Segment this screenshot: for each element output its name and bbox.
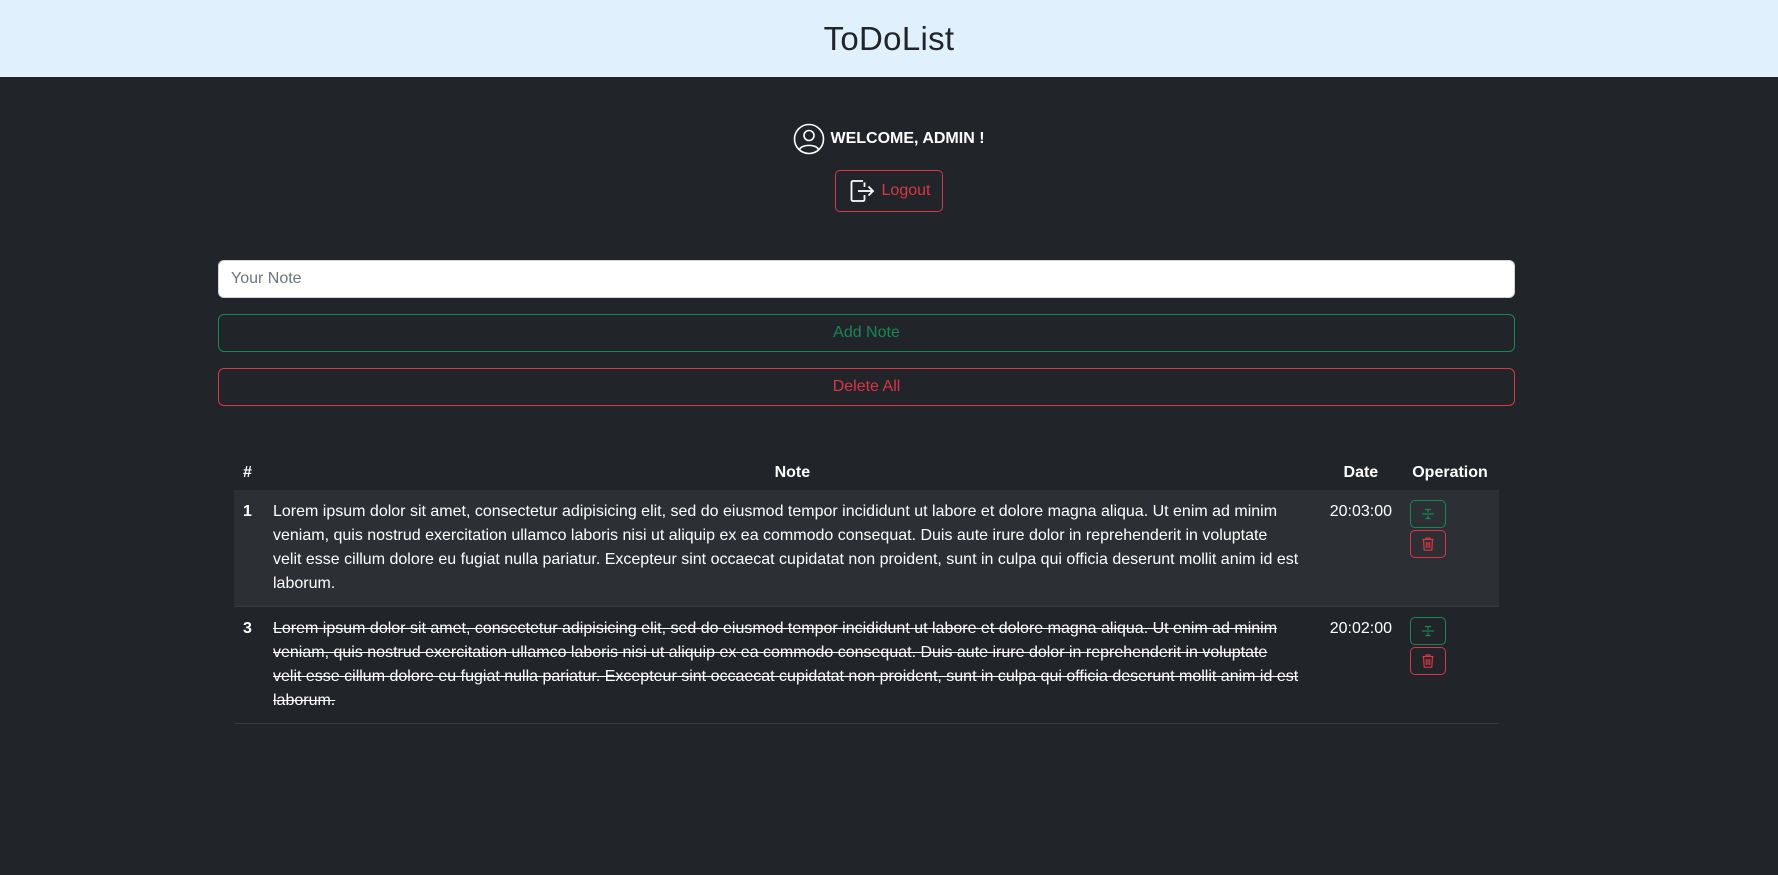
table-row: 3 Lorem ipsum dolor sit amet, consectetu…	[234, 606, 1499, 724]
add-note-label: Add Note	[833, 324, 900, 341]
strikethrough-icon	[1422, 625, 1434, 637]
notes-table: # Note Date Operation 1 Lorem ipsum dolo…	[234, 456, 1499, 724]
row-number: 3	[234, 606, 264, 724]
trash-icon	[1422, 654, 1434, 668]
header-date: Date	[1343, 464, 1379, 481]
note-input[interactable]	[218, 260, 1515, 298]
row-operations	[1401, 490, 1499, 607]
table-row: 1 Lorem ipsum dolor sit amet, consectetu…	[234, 490, 1499, 607]
row-note: Lorem ipsum dolor sit amet, consectetur …	[264, 606, 1321, 724]
logout-button[interactable]: Logout	[835, 170, 943, 212]
table-header-row: # Note Date Operation	[234, 456, 1499, 490]
row-date: 20:02:00	[1320, 606, 1401, 724]
welcome-section: WELCOME, ADMIN !	[0, 123, 1778, 155]
strikethrough-button[interactable]	[1410, 617, 1446, 645]
note-form: Add Note Delete All	[218, 260, 1515, 406]
person-circle-icon	[793, 123, 825, 155]
app-title: ToDoList	[823, 19, 955, 57]
logout-label: Logout	[881, 182, 931, 199]
row-note: Lorem ipsum dolor sit amet, consectetur …	[264, 490, 1321, 607]
add-note-button[interactable]: Add Note	[218, 314, 1515, 352]
delete-all-button[interactable]: Delete All	[218, 368, 1515, 406]
notes-table-container: # Note Date Operation 1 Lorem ipsum dolo…	[234, 456, 1499, 724]
welcome-text: WELCOME, ADMIN !	[830, 130, 985, 147]
app-header: ToDoList	[0, 0, 1778, 77]
header-number: #	[243, 464, 252, 481]
row-number: 1	[234, 490, 264, 607]
delete-all-label: Delete All	[832, 378, 901, 395]
strikethrough-icon	[1422, 508, 1434, 520]
header-operation: Operation	[1412, 464, 1488, 481]
row-operations	[1401, 606, 1499, 724]
delete-button[interactable]	[1410, 530, 1446, 558]
header-note: Note	[774, 464, 811, 481]
box-arrow-right-icon	[848, 177, 876, 205]
delete-button[interactable]	[1410, 647, 1446, 675]
strikethrough-button[interactable]	[1410, 500, 1446, 528]
trash-icon	[1422, 537, 1434, 551]
row-date: 20:03:00	[1320, 490, 1401, 607]
